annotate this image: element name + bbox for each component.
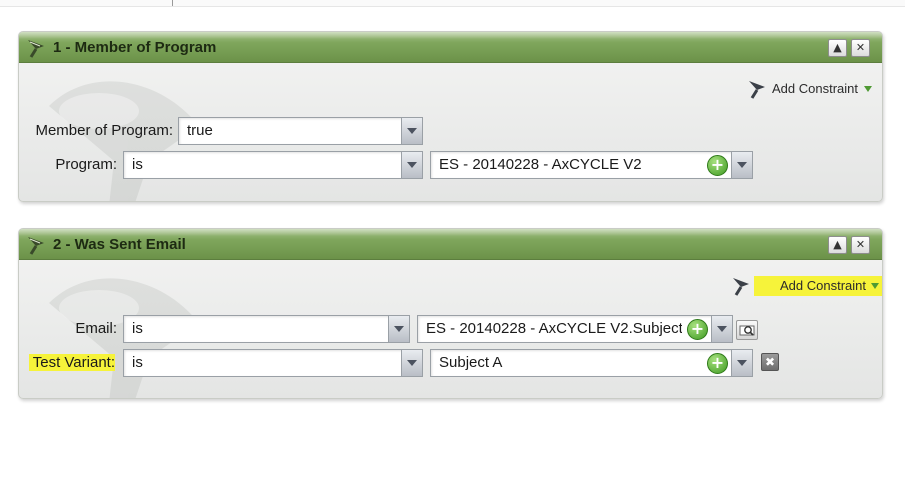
dropdown-arrow-icon xyxy=(864,86,872,92)
panel-header: 1 - Member of Program ▲ ✕ xyxy=(19,32,882,63)
flow-funnel-icon xyxy=(28,40,44,58)
email-search-button[interactable] xyxy=(736,320,758,340)
email-label: Email: xyxy=(75,320,117,337)
dropdown-arrow-icon xyxy=(871,283,879,289)
add-constraint-label: Add Constraint xyxy=(772,81,858,96)
flow-funnel-icon xyxy=(733,278,749,296)
delete-x-icon[interactable]: ✖ xyxy=(761,353,779,371)
chevron-down-icon[interactable] xyxy=(401,350,422,376)
add-constraint-label: Add Constraint xyxy=(780,278,866,293)
plus-circle-icon[interactable]: + xyxy=(707,353,728,374)
panel-title: 1 - Member of Program xyxy=(53,39,217,56)
panel-header: 2 - Was Sent Email ▲ ✕ xyxy=(19,229,882,260)
chevron-down-icon[interactable] xyxy=(401,152,422,178)
filter-panel-member-of-program: 1 - Member of Program ▲ ✕ Add Constraint… xyxy=(18,31,883,202)
chevron-down-icon[interactable] xyxy=(388,316,409,342)
flow-funnel-icon xyxy=(749,81,765,99)
collapse-up-icon[interactable]: ▲ xyxy=(828,236,847,254)
filter-panel-was-sent-email: 2 - Was Sent Email ▲ ✕ Add Constraint Em… xyxy=(18,228,883,399)
header-sheen xyxy=(19,229,882,236)
toolbar-divider xyxy=(172,0,173,6)
test-variant-value-select[interactable]: Subject A + xyxy=(430,349,753,377)
top-toolbar-edge xyxy=(0,0,905,7)
chevron-down-icon[interactable] xyxy=(731,152,752,178)
flow-funnel-icon xyxy=(28,237,44,255)
close-x-icon[interactable]: ✕ xyxy=(851,39,870,57)
add-constraint-button[interactable]: Add Constraint xyxy=(733,276,882,296)
collapse-up-icon[interactable]: ▲ xyxy=(828,39,847,57)
magnify-icon xyxy=(739,325,755,336)
program-operator-select[interactable]: is xyxy=(123,151,423,179)
program-value: ES - 20140228 - AxCYCLE V2 xyxy=(439,156,642,173)
program-label: Program: xyxy=(55,156,117,173)
plus-circle-icon[interactable]: + xyxy=(707,155,728,176)
plus-circle-icon[interactable]: + xyxy=(687,319,708,340)
chevron-down-icon[interactable] xyxy=(401,118,422,144)
email-value: ES - 20140228 - AxCYCLE V2.Subject xyxy=(426,320,682,337)
add-constraint-button[interactable]: Add Constraint xyxy=(746,79,872,99)
program-operator-value: is xyxy=(132,156,143,173)
panel-title: 2 - Was Sent Email xyxy=(53,236,186,253)
chevron-down-icon[interactable] xyxy=(711,316,732,342)
program-value-select[interactable]: ES - 20140228 - AxCYCLE V2 + xyxy=(430,151,753,179)
email-operator-value: is xyxy=(132,320,143,337)
email-operator-select[interactable]: is xyxy=(123,315,410,343)
test-variant-value: Subject A xyxy=(439,354,503,371)
close-x-icon[interactable]: ✕ xyxy=(851,236,870,254)
email-value-select[interactable]: ES - 20140228 - AxCYCLE V2.Subject + xyxy=(417,315,733,343)
member-of-program-value: true xyxy=(187,122,213,139)
test-variant-label: Test Variant: xyxy=(29,354,115,371)
member-of-program-select[interactable]: true xyxy=(178,117,423,145)
test-variant-operator-value: is xyxy=(132,354,143,371)
chevron-down-icon[interactable] xyxy=(731,350,752,376)
member-of-program-label: Member of Program: xyxy=(35,122,173,139)
test-variant-operator-select[interactable]: is xyxy=(123,349,423,377)
header-sheen xyxy=(19,32,882,39)
